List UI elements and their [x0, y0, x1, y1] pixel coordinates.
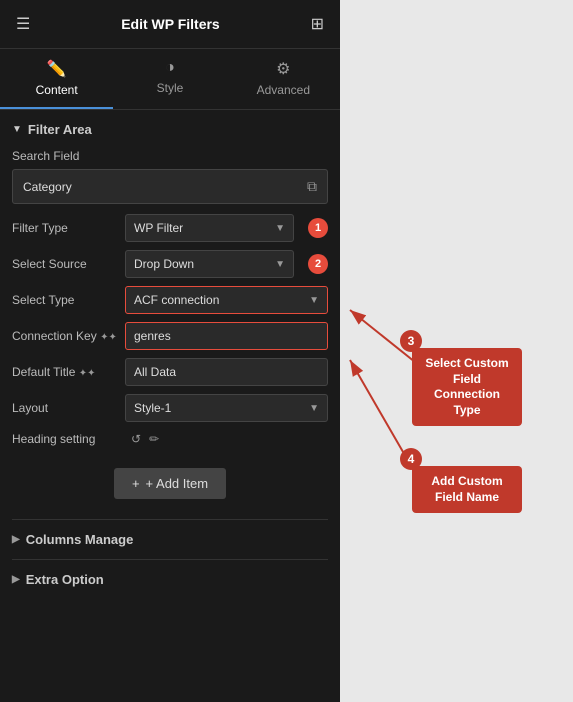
dropdown-arrow-icon: ▼ — [275, 223, 285, 234]
grid-icon[interactable]: ⊞ — [311, 14, 324, 34]
callout-4-text: Add Custom Field Name — [431, 474, 502, 504]
extra-option-section: ▶ Extra Option — [12, 559, 328, 599]
layout-label: Layout — [12, 401, 117, 415]
tab-content-label: Content — [36, 83, 78, 97]
connection-key-row: Connection Key ✦✦ — [12, 322, 328, 350]
select-type-row: Select Type ACF connection ▼ — [12, 286, 328, 314]
select-source-dropdown[interactable]: Drop Down ▼ — [125, 250, 294, 278]
section-arrow-icon: ▼ — [12, 124, 22, 135]
select-source-label: Select Source — [12, 257, 117, 271]
pencil-icon: ✏️ — [47, 59, 67, 79]
filter-area-label: Filter Area — [28, 122, 92, 137]
extra-option-label: Extra Option — [26, 572, 104, 587]
stars-icon: ✦✦ — [100, 332, 117, 343]
tab-style[interactable]: ◑ Style — [113, 49, 226, 109]
layout-value: Style-1 — [134, 401, 309, 415]
add-item-label: + Add Item — [146, 476, 209, 491]
reset-icon[interactable]: ↺ — [129, 430, 143, 448]
stars-2-icon: ✦✦ — [79, 368, 96, 379]
tab-style-label: Style — [157, 81, 184, 95]
category-value: Category — [23, 180, 72, 194]
chevron-right-2-icon: ▶ — [12, 574, 20, 585]
tab-content[interactable]: ✏️ Content — [0, 49, 113, 109]
top-bar: ☰ Edit WP Filters ⊞ — [0, 0, 340, 49]
page-title: Edit WP Filters — [30, 16, 310, 32]
plus-icon: + — [132, 476, 140, 491]
select-type-dropdown[interactable]: ACF connection ▼ — [125, 286, 328, 314]
connection-key-input[interactable] — [125, 322, 328, 350]
extra-option-header[interactable]: ▶ Extra Option — [12, 572, 328, 587]
badge-2: 2 — [308, 254, 328, 274]
columns-manage-label: Columns Manage — [26, 532, 134, 547]
filter-type-dropdown[interactable]: WP Filter ▼ — [125, 214, 294, 242]
filter-type-row: Filter Type WP Filter ▼ 1 — [12, 214, 328, 242]
category-field: Category ⧉ — [12, 169, 328, 204]
add-item-container: + + Add Item — [12, 458, 328, 509]
connection-key-label: Connection Key ✦✦ — [12, 329, 117, 343]
default-title-label: Default Title ✦✦ — [12, 365, 117, 379]
dropdown-arrow-2-icon: ▼ — [275, 259, 285, 270]
badge-1: 1 — [308, 218, 328, 238]
sidebar: ☰ Edit WP Filters ⊞ ✏️ Content ◑ Style ⚙… — [0, 0, 340, 702]
tabs-bar: ✏️ Content ◑ Style ⚙ Advanced — [0, 49, 340, 110]
dropdown-arrow-4-icon: ▼ — [309, 403, 319, 414]
tab-advanced-label: Advanced — [257, 83, 310, 97]
select-type-value: ACF connection — [134, 293, 309, 307]
layout-dropdown[interactable]: Style-1 ▼ — [125, 394, 328, 422]
select-type-label: Select Type — [12, 293, 117, 307]
callout-4: Add Custom Field Name — [412, 466, 522, 513]
heading-setting-row: Heading setting ↺ ✏ — [12, 430, 328, 448]
copy-icon[interactable]: ⧉ — [307, 178, 317, 195]
add-item-button[interactable]: + + Add Item — [114, 468, 226, 499]
select-source-value: Drop Down — [134, 257, 275, 271]
filter-area-header[interactable]: ▼ Filter Area — [12, 122, 328, 137]
default-title-row: Default Title ✦✦ — [12, 358, 328, 386]
callout-3-text: Select Custom Field Connection Type — [425, 356, 508, 417]
heading-setting-label: Heading setting — [12, 432, 117, 446]
right-panel: 3 Select Custom Field Connection Type 4 … — [340, 0, 573, 702]
hamburger-icon[interactable]: ☰ — [16, 14, 30, 34]
layout-row: Layout Style-1 ▼ — [12, 394, 328, 422]
tab-advanced[interactable]: ⚙ Advanced — [227, 49, 340, 109]
chevron-right-icon: ▶ — [12, 534, 20, 545]
edit-icon[interactable]: ✏ — [147, 430, 161, 448]
default-title-input[interactable] — [125, 358, 328, 386]
columns-manage-header[interactable]: ▶ Columns Manage — [12, 532, 328, 547]
sidebar-content: ▼ Filter Area Search Field Category ⧉ Fi… — [0, 110, 340, 702]
filter-type-label: Filter Type — [12, 221, 117, 235]
style-icon: ◑ — [165, 59, 175, 77]
columns-manage-section: ▶ Columns Manage — [12, 519, 328, 559]
search-field-label: Search Field — [12, 149, 328, 163]
heading-actions: ↺ ✏ — [129, 430, 161, 448]
filter-type-value: WP Filter — [134, 221, 275, 235]
gear-icon: ⚙ — [276, 59, 290, 79]
dropdown-arrow-3-icon: ▼ — [309, 295, 319, 306]
callout-3: Select Custom Field Connection Type — [412, 348, 522, 426]
select-source-row: Select Source Drop Down ▼ 2 — [12, 250, 328, 278]
